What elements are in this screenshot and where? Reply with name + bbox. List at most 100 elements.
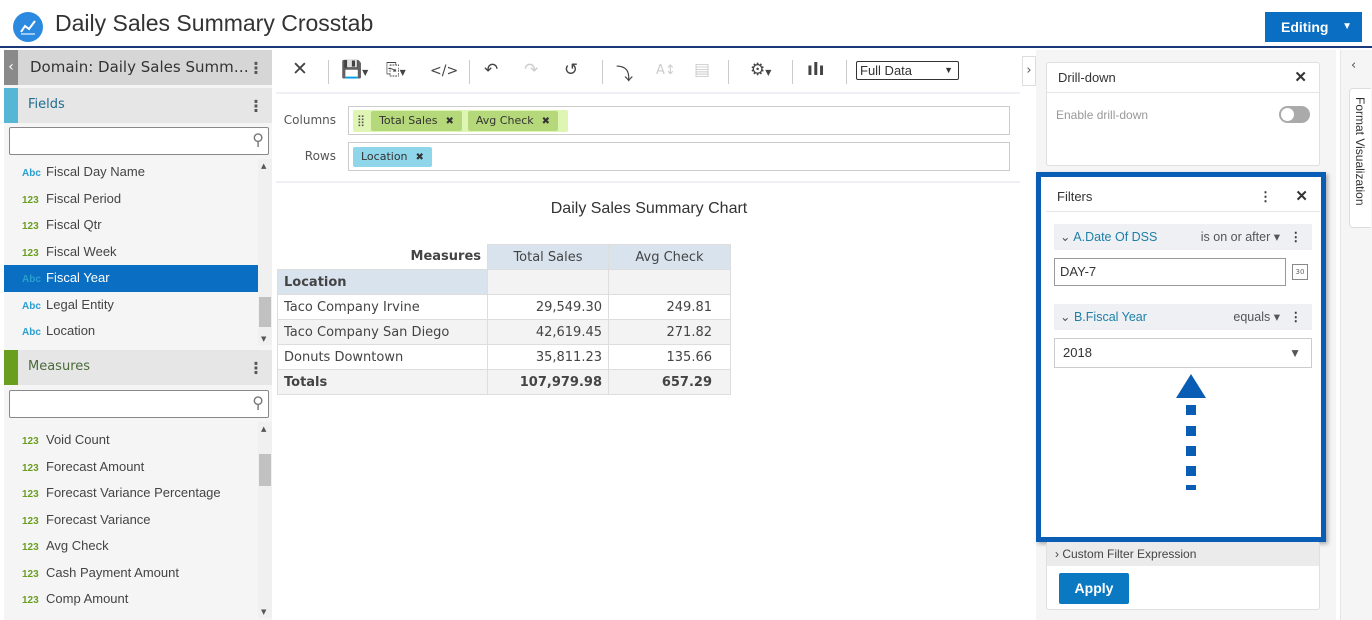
search-icon[interactable]: ⚲ (252, 393, 264, 412)
code-icon[interactable]: </> (430, 63, 458, 79)
close-icon[interactable]: ✕ (1295, 182, 1308, 212)
filter-operator-dropdown[interactable]: equals ▾ (1233, 304, 1280, 330)
collapse-sidebar-icon[interactable]: ‹ (4, 50, 18, 85)
search-icon[interactable]: ⚲ (252, 130, 264, 149)
text-type-icon: Abc (22, 168, 41, 179)
list-item[interactable]: 123 Forecast Variance Percentage (4, 480, 258, 507)
cell-value: 42,619.45 (487, 319, 609, 345)
number-type-icon: 123 (22, 462, 39, 474)
drilldown-toggle[interactable] (1279, 106, 1310, 123)
column-pill[interactable]: Total Sales ✖ (371, 111, 462, 131)
column-pill[interactable]: Avg Check ✖ (467, 111, 559, 131)
list-item[interactable]: Abc Location (4, 318, 258, 345)
list-item[interactable]: Abc Fiscal Day Name (4, 159, 258, 186)
row-pill[interactable]: Location ✖ (353, 147, 432, 167)
chevron-down-icon[interactable]: ⌄ (1060, 310, 1070, 324)
measures-search-input[interactable]: ⚲ (9, 390, 269, 418)
reset-icon[interactable]: ↺ (564, 60, 578, 80)
export-icon[interactable]: ⎘▼ (386, 60, 406, 80)
settings-icon[interactable]: ⚙▼ (750, 60, 771, 80)
filter-row-b: ⌄ B.Fiscal Year equals ▾ ⋮ (1054, 304, 1312, 330)
expand-panel-icon[interactable]: › (1022, 56, 1036, 86)
totals-label: Totals (277, 369, 488, 395)
filters-menu-icon[interactable]: ⋮ (1259, 182, 1272, 212)
filter-b-value: 2018 (1063, 345, 1092, 360)
filter-menu-icon[interactable]: ⋮ (1290, 224, 1303, 250)
remove-icon[interactable]: ✖ (542, 116, 550, 127)
custom-filter-label: Custom Filter Expression (1062, 547, 1197, 561)
chevron-down-icon[interactable]: ⌄ (1060, 230, 1070, 244)
rows-dropzone[interactable]: Location ✖ (348, 142, 1010, 171)
domain-title: Domain: Daily Sales Summ… (30, 58, 249, 76)
data-sidebar: ‹ Domain: Daily Sales Summ… ⋮ Fields ⋮ ⚲… (4, 50, 272, 620)
filter-a-value-input[interactable]: DAY-7 (1054, 258, 1286, 286)
custom-filter-expression-toggle[interactable]: › Custom Filter Expression (1047, 542, 1319, 566)
list-item[interactable]: 123 Cash Payment Amount (4, 560, 258, 587)
item-label: Comp Amount (46, 591, 129, 606)
list-item[interactable]: 123 Forecast Amount (4, 454, 258, 481)
pill-label: Avg Check (475, 114, 534, 127)
cell-value: 35,811.23 (487, 344, 609, 370)
item-label: Avg Check (46, 538, 109, 553)
list-item[interactable]: 123 Void Count (4, 427, 258, 454)
filter-operator-dropdown[interactable]: is on or after ▾ (1201, 224, 1280, 250)
text-type-icon: Abc (22, 300, 41, 312)
list-item[interactable]: Abc Legal Entity (4, 292, 258, 319)
col-header[interactable]: Avg Check (608, 244, 731, 270)
number-type-icon: 123 (22, 489, 39, 500)
domain-menu-icon[interactable]: ⋮ (248, 58, 264, 77)
row-header[interactable]: Location (277, 269, 488, 295)
filters-card: Filters ⋮ ✕ ⌄ A.Date Of DSS is on or after … (1046, 182, 1320, 534)
table-row: Taco Company Irvine 29,549.30 249.81 (277, 294, 731, 320)
item-label: Forecast Amount (46, 458, 145, 474)
filter-menu-icon[interactable]: ⋮ (1290, 304, 1303, 330)
collapse-icon[interactable]: ‹ (1351, 58, 1356, 73)
editing-mode-button[interactable]: Editing ▼ (1265, 12, 1362, 42)
caret-down-icon: ▼ (1289, 346, 1301, 360)
cell-value: 249.81 (608, 294, 731, 320)
remove-icon[interactable]: ✖ (416, 152, 424, 163)
list-item[interactable]: 123 Fiscal Week (4, 239, 258, 266)
fields-scrollbar[interactable]: ▲ ▼ (258, 159, 272, 345)
item-label: Cash Payment Amount (46, 564, 179, 580)
save-icon[interactable]: 💾▼ (341, 60, 368, 80)
number-type-icon: 123 (22, 436, 39, 447)
row-label: Taco Company Irvine (277, 294, 488, 320)
table-row: Donuts Downtown 35,811.23 135.66 (277, 344, 731, 370)
close-icon[interactable]: ✕ (292, 58, 308, 80)
list-item[interactable]: 123 Fiscal Qtr (4, 212, 258, 239)
columns-dropzone[interactable]: ⣿ Total Sales ✖ Avg Check ✖ (348, 106, 1010, 135)
list-item[interactable]: 123 Avg Check (4, 533, 258, 560)
row-label: Donuts Downtown (277, 344, 488, 370)
remove-icon[interactable]: ✖ (446, 116, 454, 127)
data-mode-select[interactable]: Full Data ▼ (856, 61, 959, 80)
measures-menu-icon[interactable]: ⋮ (248, 358, 264, 377)
col-header[interactable]: Total Sales (487, 244, 609, 270)
close-icon[interactable]: ✕ (1294, 63, 1307, 93)
format-visualization-tab[interactable]: Format Visualization (1349, 88, 1371, 228)
measures-scrollbar[interactable]: ▲ ▼ (258, 422, 272, 618)
row-label: Taco Company San Diego (277, 319, 488, 345)
fields-title: Fields (28, 97, 65, 112)
number-type-icon: 123 (22, 568, 39, 580)
fields-search-input[interactable]: ⚲ (9, 127, 269, 155)
pivot-icon[interactable]: ⤵ (616, 60, 633, 85)
chart-type-icon[interactable]: ılı (807, 60, 824, 80)
calendar-icon[interactable]: 30 (1292, 264, 1308, 280)
text-type-icon: Abc (22, 327, 41, 338)
list-item[interactable]: 123 Fiscal Period (4, 186, 258, 213)
filter-b-value-select[interactable]: 2018 ▼ (1054, 338, 1312, 368)
filter-name: A.Date Of DSS (1073, 230, 1158, 244)
crosstab-table: Measures Total Sales Avg Check Location … (277, 244, 731, 395)
filter-row-a: ⌄ A.Date Of DSS is on or after ▾ ⋮ (1054, 224, 1312, 250)
arrow-up-annotation-icon (1176, 374, 1206, 490)
properties-panel: Drill-down ✕ Enable drill-down Filters ⋮ ✕ … (1036, 50, 1336, 620)
undo-icon[interactable]: ↶ (484, 60, 498, 80)
filters-highlight-frame: Filters ⋮ ✕ ⌄ A.Date Of DSS is on or after … (1036, 172, 1326, 542)
list-item[interactable]: 123 Comp Amount (4, 586, 258, 613)
fields-menu-icon[interactable]: ⋮ (248, 96, 264, 115)
apply-button[interactable]: Apply (1059, 573, 1129, 604)
list-item[interactable]: 123 Forecast Variance (4, 507, 258, 534)
drag-handle-icon[interactable]: ⣿ (357, 114, 365, 127)
list-item[interactable]: Abc Fiscal Year (4, 265, 258, 292)
